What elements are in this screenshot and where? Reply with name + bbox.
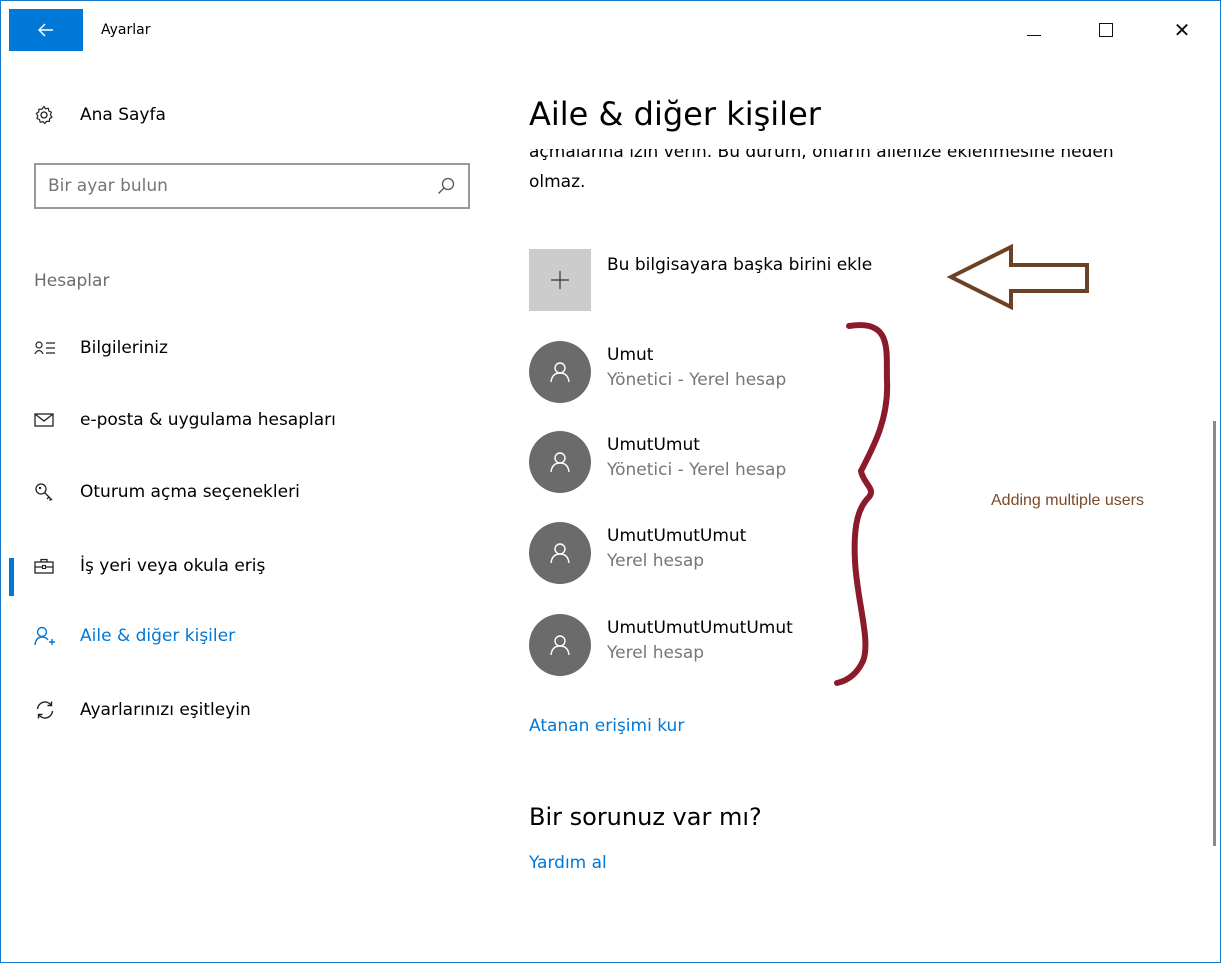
mail-icon [34,413,62,427]
maximize-button[interactable] [1083,13,1129,47]
add-person-row[interactable]: Bu bilgisayara başka birini ekle [529,249,872,311]
sidebar-item-label: Bilgileriniz [80,338,168,358]
user-info: UmutUmutUmutUmut Yerel hesap [607,616,793,666]
user-name: UmutUmut [607,435,700,455]
person-icon [550,452,570,473]
user-account-type: Yerel hesap [607,643,705,663]
back-arrow-icon [38,23,53,37]
search-input[interactable]: Bir ayar bulun [34,163,470,209]
avatar [529,522,591,584]
sidebar-item-your-info[interactable]: Bilgileriniz [34,333,168,363]
minimize-button[interactable] [1011,13,1057,47]
avatar [529,431,591,493]
title-bar: Ayarlar ✕ [1,1,1220,59]
add-button[interactable] [529,249,591,311]
settings-window: Ayarlar ✕ Ana Sayfa Bir ayar bulun Hesap… [0,0,1221,963]
page-title: Aile & diğer kişiler [529,95,821,133]
sidebar-item-sync-settings[interactable]: Ayarlarınızı eşitleyin [34,695,251,725]
plus-icon [551,271,569,289]
user-item[interactable]: UmutUmut Yönetici - Yerel hesap [529,431,786,493]
sync-icon [34,700,62,720]
add-person-label: Bu bilgisayara başka birini ekle [607,255,873,275]
section-label-accounts: Hesaplar [34,271,110,291]
avatar [529,614,591,676]
search-placeholder: Bir ayar bulun [48,176,168,196]
description-text: açmalarına izin verin. Bu durum, onların… [529,149,1149,199]
user-info: Umut Yönetici - Yerel hesap [607,343,786,393]
window-title: Ayarlar [101,22,151,38]
minimize-icon [1027,34,1041,36]
close-icon: ✕ [1173,18,1191,42]
user-account-type: Yönetici - Yerel hesap [607,370,787,390]
person-icon [550,635,570,656]
user-item[interactable]: UmutUmutUmutUmut Yerel hesap [529,614,793,676]
person-icon [550,543,570,564]
description-body: açmalarına izin verin. Bu durum, onların… [529,149,1114,192]
sidebar-item-label: Ayarlarınızı eşitleyin [80,700,251,720]
sidebar: Ana Sayfa Bir ayar bulun Hesaplar Bilgil… [1,59,501,962]
sidebar-item-sign-in-options[interactable]: Oturum açma seçenekleri [34,477,300,507]
help-link[interactable]: Yardım al [529,853,607,873]
user-name: UmutUmutUmut [607,526,747,546]
sidebar-item-label: Oturum açma seçenekleri [80,482,300,502]
add-person-icon [34,626,62,646]
gear-icon [34,105,60,125]
user-info: UmutUmutUmut Yerel hesap [607,524,746,574]
maximize-icon [1099,23,1113,37]
assigned-access-link[interactable]: Atanan erişimi kur [529,716,684,736]
user-account-type: Yerel hesap [607,551,705,571]
main-content: Aile & diğer kişiler açmalarına izin ver… [501,59,1211,962]
sidebar-item-email-accounts[interactable]: e-posta & uygulama hesapları [34,405,336,435]
person-list-icon [34,341,62,355]
search-icon [438,177,455,194]
back-button[interactable] [9,9,83,51]
sidebar-item-label: Aile & diğer kişiler [80,626,236,646]
user-account-type: Yönetici - Yerel hesap [607,460,787,480]
user-name: Umut [607,345,654,365]
avatar [529,341,591,403]
active-indicator [9,558,14,596]
sidebar-item-label: e-posta & uygulama hesapları [80,410,336,430]
question-heading: Bir sorunuz var mı? [529,803,762,831]
scrollbar[interactable] [1213,421,1216,846]
user-item[interactable]: Umut Yönetici - Yerel hesap [529,341,786,403]
close-button[interactable]: ✕ [1159,13,1205,47]
sidebar-item-label: İş yeri veya okula eriş [80,556,266,576]
key-icon [34,482,62,502]
user-name: UmutUmutUmutUmut [607,618,793,638]
home-link[interactable]: Ana Sayfa [34,105,166,125]
briefcase-icon [34,558,62,574]
sidebar-item-work-school-access[interactable]: İş yeri veya okula eriş [34,551,265,581]
sidebar-item-family-other-people[interactable]: Aile & diğer kişiler [34,621,235,651]
annotation-label: Adding multiple users [991,492,1144,509]
home-label: Ana Sayfa [80,105,166,125]
person-icon [550,362,570,383]
user-info: UmutUmut Yönetici - Yerel hesap [607,433,786,483]
user-item[interactable]: UmutUmutUmut Yerel hesap [529,522,746,584]
